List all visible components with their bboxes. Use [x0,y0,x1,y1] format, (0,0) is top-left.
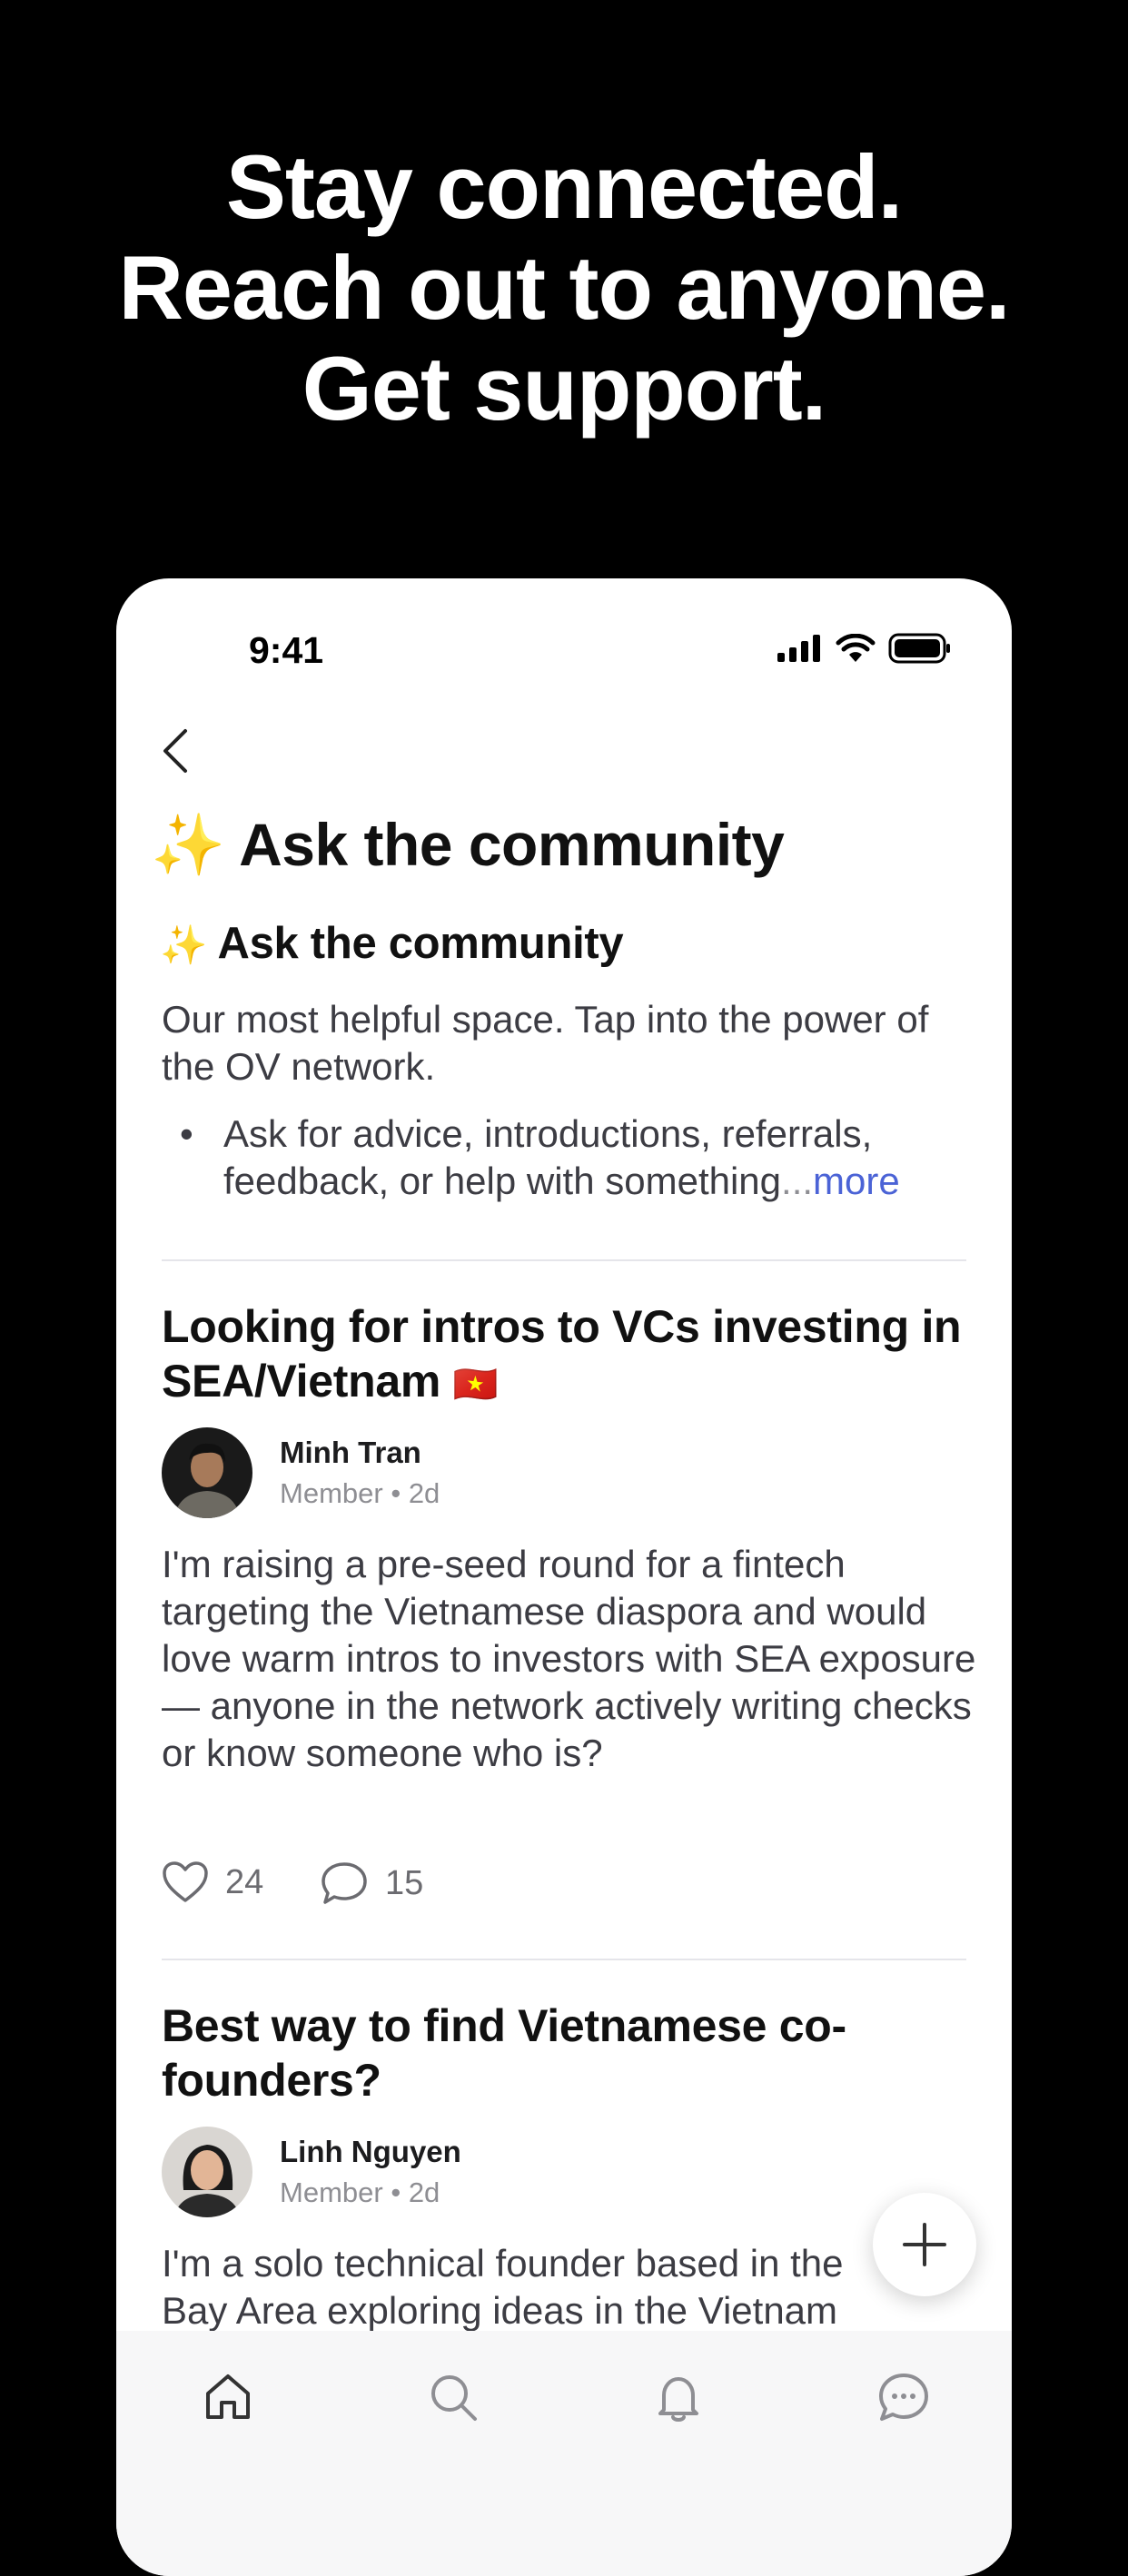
post-age: 2d [408,1477,440,1509]
space-title: ✨ Ask the community [160,918,624,969]
page-title-text: Ask the community [239,811,785,878]
more-link[interactable]: more [813,1160,900,1202]
tab-home[interactable] [196,2365,260,2429]
avatar-image [162,2127,252,2217]
bullet-dot: • [180,1112,193,1155]
author-role: Member [280,1477,383,1509]
meta-separator: • [391,2176,401,2208]
hero-line-1: Stay connected. [225,136,903,237]
chat-icon [879,2374,928,2421]
phone-screen: 9:41 ✨ Ask the community ✨ Ask the commu… [116,578,1012,2576]
post-meta: Member • 2d [280,1477,440,1510]
page-title: ✨ Ask the community [151,810,785,881]
space-description: Our most helpful space. Tap into the pow… [162,998,929,1088]
hero-headline: Stay connected. Reach out to anyone. Get… [0,136,1128,439]
status-icons [777,633,952,664]
tab-notifications[interactable] [647,2365,710,2429]
post-title-text: Looking for intros to VCs investing in S… [162,1301,962,1406]
new-post-button[interactable] [873,2193,976,2296]
sparkles-icon: ✨ [160,923,207,966]
bullet-text-wrap: Ask for advice, introductions, referrals… [223,1110,986,1205]
post-meta: Member • 2d [280,2176,440,2209]
comment-button[interactable]: 15 [320,1860,423,1906]
sparkles-icon: ✨ [151,811,225,878]
hero-line-3: Get support. [302,338,827,439]
comment-icon [322,1862,367,1904]
avatar[interactable] [162,1427,252,1518]
space-title-text: Ask the community [217,919,624,968]
author-name[interactable]: Linh Nguyen [280,2135,461,2169]
wifi-icon [836,634,876,662]
bell-icon [658,2377,698,2422]
post-title[interactable]: Looking for intros to VCs investing in S… [162,1299,979,1412]
post-age: 2d [408,2176,440,2208]
comment-count: 15 [385,1863,424,1902]
search-icon [431,2375,477,2421]
vietnam-flag-icon: 🇻🇳 [452,1365,499,1405]
bullet-text: Ask for advice, introductions, referrals… [223,1112,873,1202]
post-body: I'm raising a pre-seed round for a finte… [162,1543,976,1774]
divider [162,1959,966,1960]
battery-icon [888,633,950,664]
plus-icon [903,2223,946,2266]
post-body: I'm a solo technical founder based in th… [162,2242,844,2332]
divider [162,1259,966,1261]
chevron-left-icon [163,729,187,773]
home-icon [206,2374,250,2419]
tab-messages[interactable] [872,2365,935,2429]
bullet-ellipsis: ... [781,1160,814,1202]
avatar-image [162,1427,252,1518]
meta-separator: • [391,1477,401,1509]
like-count: 24 [225,1862,264,1901]
author-name[interactable]: Minh Tran [280,1436,421,1470]
hero-line-2: Reach out to anyone. [118,237,1010,338]
status-time: 9:41 [249,629,324,671]
signal-icon [777,635,820,662]
back-button[interactable] [153,724,196,778]
post-title[interactable]: Best way to find Vietnamese co-founders? [162,1999,943,2107]
like-button[interactable]: 24 [162,1860,263,1904]
heart-icon [163,1861,208,1902]
tab-bar [116,2331,1012,2576]
author-role: Member [280,2176,383,2208]
avatar[interactable] [162,2127,252,2217]
tab-search[interactable] [421,2365,485,2429]
